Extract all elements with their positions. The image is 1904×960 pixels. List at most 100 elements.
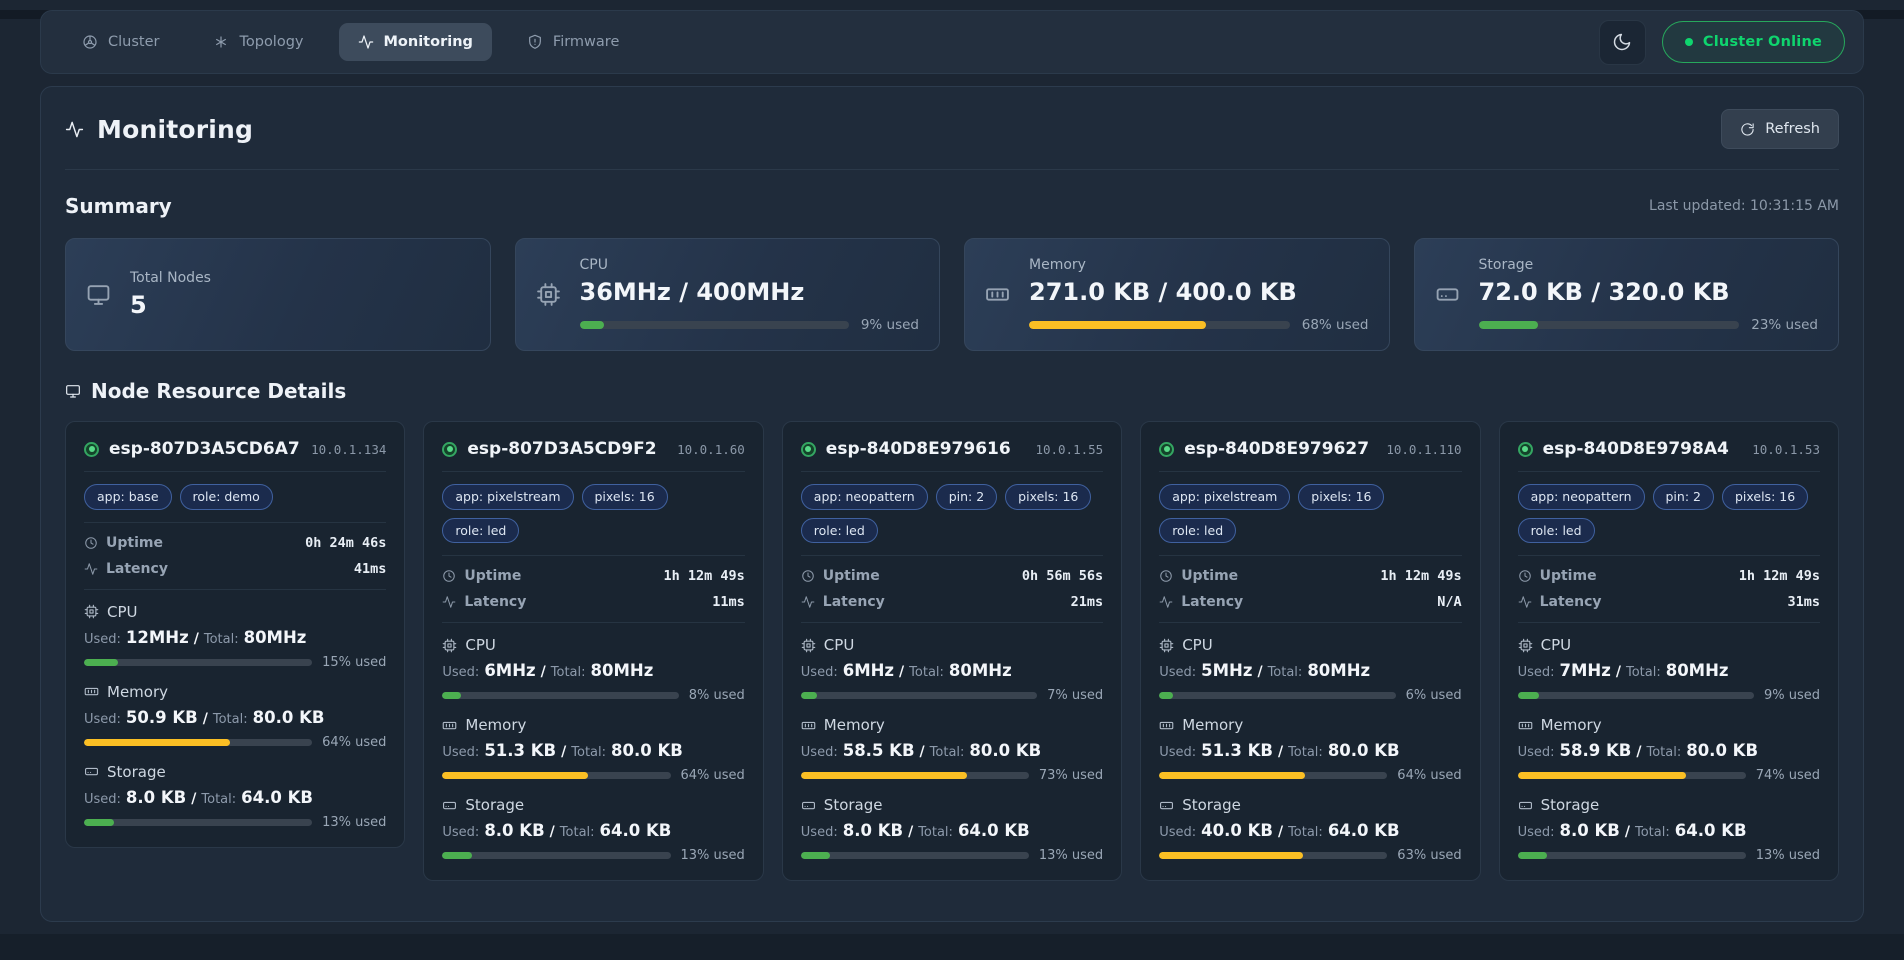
cpu-icon bbox=[801, 638, 816, 653]
uptime-label: Uptime bbox=[1540, 568, 1597, 584]
divider bbox=[1518, 555, 1820, 556]
progress-row: 13% used bbox=[1518, 848, 1820, 863]
node-status-dot bbox=[801, 442, 816, 457]
cpu-title: CPU bbox=[824, 636, 855, 654]
uptime-label-wrap: Uptime bbox=[1159, 568, 1238, 584]
theme-toggle-button[interactable] bbox=[1599, 20, 1646, 65]
total-label: Total: bbox=[1646, 745, 1681, 760]
nodes-header: Node Resource Details bbox=[65, 379, 1839, 403]
used-label: Used: bbox=[84, 632, 121, 647]
latency-row: Latency41ms bbox=[84, 561, 386, 577]
clock-icon bbox=[1518, 569, 1532, 583]
divider bbox=[1159, 555, 1461, 556]
separator: / bbox=[1636, 744, 1641, 760]
refresh-button[interactable]: Refresh bbox=[1721, 109, 1839, 149]
tag-badge: app: neopattern bbox=[801, 484, 928, 510]
progress-track bbox=[442, 852, 670, 859]
tag-badge: role: led bbox=[1518, 518, 1595, 544]
latency-value: 21ms bbox=[1071, 594, 1104, 610]
node-ip: 10.0.1.110 bbox=[1386, 442, 1461, 457]
node-name: esp-840D8E979627 bbox=[1184, 439, 1369, 459]
refresh-label: Refresh bbox=[1765, 121, 1820, 137]
progress-percent: 8% used bbox=[689, 688, 745, 703]
progress-fill bbox=[801, 692, 818, 699]
node-status-dot bbox=[1159, 442, 1174, 457]
memory-section: MemoryUsed:51.3 KB/Total:80.0 KB64% used bbox=[442, 716, 744, 783]
latency-row: LatencyN/A bbox=[1159, 594, 1461, 610]
storage-icon bbox=[1159, 798, 1174, 813]
uptime-label: Uptime bbox=[106, 535, 163, 551]
tab-cluster[interactable]: Cluster bbox=[63, 23, 178, 61]
cpu-section: CPUUsed:6MHz/Total:80MHz7% used bbox=[801, 636, 1103, 703]
activity-icon bbox=[442, 595, 456, 609]
tag-badge: pixels: 16 bbox=[1722, 484, 1808, 510]
storage-usage: Used:8.0 KB/Total:64.0 KB bbox=[801, 821, 1103, 840]
used-label: Used: bbox=[1159, 745, 1196, 760]
tag-badge: pixels: 16 bbox=[1005, 484, 1091, 510]
summary-cards: Total Nodes5CPU36MHz / 400MHz9% usedMemo… bbox=[65, 238, 1839, 351]
uptime-row: Uptime1h 12m 49s bbox=[442, 568, 744, 584]
progress-fill bbox=[1518, 852, 1548, 859]
clock-icon bbox=[801, 569, 815, 583]
memory-usage: Used:58.5 KB/Total:80.0 KB bbox=[801, 741, 1103, 760]
memory-icon bbox=[442, 718, 457, 733]
summary-header: Summary Last updated: 10:31:15 AM bbox=[65, 194, 1839, 218]
memory-usage: Used:51.3 KB/Total:80.0 KB bbox=[1159, 741, 1461, 760]
progress-row: 6% used bbox=[1159, 688, 1461, 703]
uptime-value: 1h 12m 49s bbox=[664, 568, 745, 584]
summary-card-label: Memory bbox=[1029, 257, 1369, 273]
progress-track bbox=[84, 659, 312, 666]
storage-title: Storage bbox=[824, 796, 883, 814]
storage-title: Storage bbox=[465, 796, 524, 814]
tab-label: Firmware bbox=[553, 34, 619, 50]
total-value: 64.0 KB bbox=[600, 821, 672, 840]
summary-card-label: CPU bbox=[580, 257, 920, 273]
node-tags: app: baserole: demo bbox=[84, 484, 386, 510]
cpu-section: CPUUsed:5MHz/Total:80MHz6% used bbox=[1159, 636, 1461, 703]
uptime-row: Uptime1h 12m 49s bbox=[1159, 568, 1461, 584]
cpu-header: CPU bbox=[442, 636, 744, 654]
cpu-usage: Used:5MHz/Total:80MHz bbox=[1159, 661, 1461, 680]
progress-fill bbox=[580, 321, 604, 329]
progress-percent: 13% used bbox=[1756, 848, 1820, 863]
tab-topology[interactable]: Topology bbox=[194, 23, 322, 61]
tab-monitoring[interactable]: Monitoring bbox=[339, 23, 492, 61]
used-value: 6MHz bbox=[484, 661, 535, 680]
summary-card-total-nodes: Total Nodes5 bbox=[65, 238, 491, 351]
progress-percent: 74% used bbox=[1756, 768, 1820, 783]
separator: / bbox=[1616, 664, 1621, 680]
node-name: esp-807D3A5CD9F2 bbox=[467, 439, 656, 459]
activity-icon bbox=[1159, 595, 1173, 609]
total-value: 80MHz bbox=[244, 628, 307, 647]
tag-badge: pixels: 16 bbox=[582, 484, 668, 510]
storage-section: StorageUsed:8.0 KB/Total:64.0 KB13% used bbox=[442, 796, 744, 863]
used-value: 5MHz bbox=[1201, 661, 1252, 680]
summary-card-body: Storage72.0 KB / 320.0 KB23% used bbox=[1479, 257, 1819, 333]
divider bbox=[801, 622, 1103, 623]
summary-card-value: 36MHz / 400MHz bbox=[580, 278, 920, 306]
latency-label: Latency bbox=[1181, 594, 1243, 610]
cpu-section: CPUUsed:6MHz/Total:80MHz8% used bbox=[442, 636, 744, 703]
node-name: esp-840D8E979616 bbox=[826, 439, 1011, 459]
progress-percent: 6% used bbox=[1406, 688, 1462, 703]
nav-tabs: Cluster Topology Monitoring Firmware bbox=[63, 23, 638, 61]
memory-section: MemoryUsed:58.9 KB/Total:80.0 KB74% used bbox=[1518, 716, 1820, 783]
progress-row: 13% used bbox=[442, 848, 744, 863]
node-card: esp-807D3A5CD9F210.0.1.60app: pixelstrea… bbox=[423, 421, 763, 881]
used-label: Used: bbox=[1518, 745, 1555, 760]
divider bbox=[84, 522, 386, 523]
progress-fill bbox=[801, 772, 968, 779]
memory-section: MemoryUsed:50.9 KB/Total:80.0 KB64% used bbox=[84, 683, 386, 750]
progress-fill bbox=[1518, 692, 1539, 699]
divider bbox=[1159, 622, 1461, 623]
tab-firmware[interactable]: Firmware bbox=[508, 23, 638, 61]
used-value: 8.0 KB bbox=[1560, 821, 1620, 840]
progress-track bbox=[1518, 852, 1746, 859]
total-value: 80MHz bbox=[1666, 661, 1729, 680]
latency-label-wrap: Latency bbox=[1518, 594, 1602, 610]
cluster-status-button[interactable]: Cluster Online bbox=[1662, 21, 1845, 63]
progress-row: 15% used bbox=[84, 655, 386, 670]
storage-usage: Used:8.0 KB/Total:64.0 KB bbox=[1518, 821, 1820, 840]
cpu-header: CPU bbox=[801, 636, 1103, 654]
memory-header: Memory bbox=[442, 716, 744, 734]
